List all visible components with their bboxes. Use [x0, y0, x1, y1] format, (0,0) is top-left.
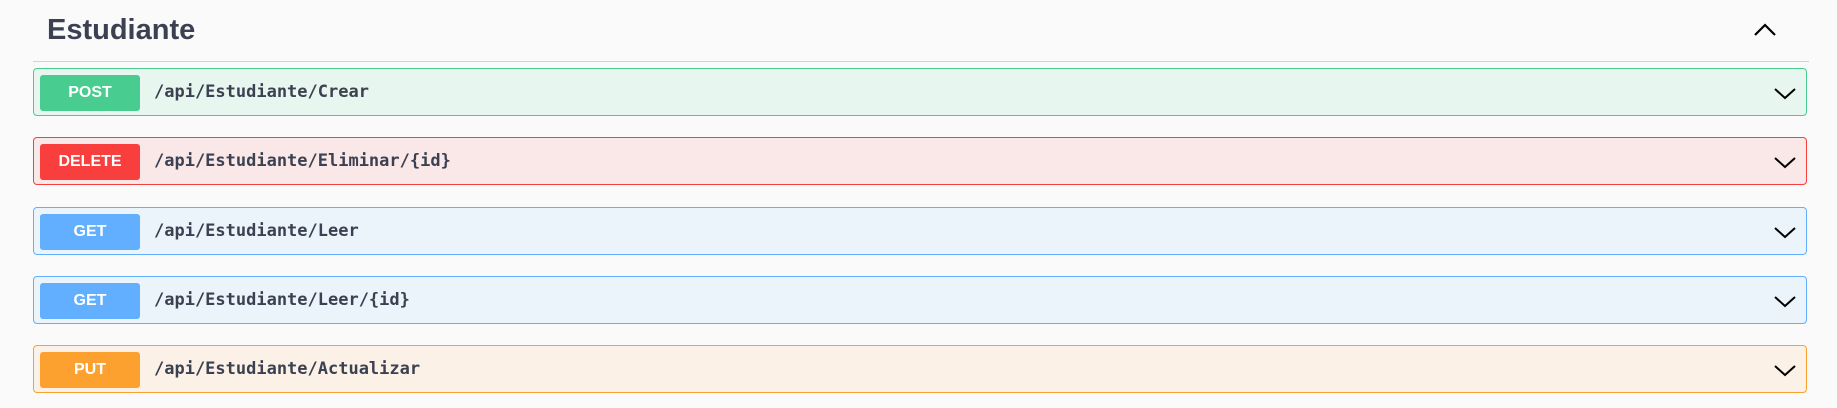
- section-header[interactable]: Estudiante: [33, 0, 1809, 62]
- chevron-down-icon[interactable]: [1773, 360, 1797, 380]
- method-badge: GET: [40, 283, 140, 319]
- operation-block[interactable]: DELETE /api/Estudiante/Eliminar/{id}: [33, 137, 1807, 185]
- chevron-down-icon[interactable]: [1773, 291, 1797, 311]
- section-title: Estudiante: [47, 14, 196, 46]
- operation-block[interactable]: POST /api/Estudiante/Crear: [33, 68, 1807, 116]
- method-badge: PUT: [40, 352, 140, 388]
- operation-path: /api/Estudiante/Crear: [154, 82, 369, 102]
- operation-block[interactable]: GET /api/Estudiante/Leer/{id}: [33, 276, 1807, 324]
- operation-path: /api/Estudiante/Eliminar/{id}: [154, 151, 451, 171]
- chevron-down-icon[interactable]: [1773, 222, 1797, 242]
- chevron-down-icon[interactable]: [1773, 83, 1797, 103]
- method-badge: POST: [40, 75, 140, 111]
- tag-section-estudiante: Estudiante POST /api/Estudiante/Crear DE…: [33, 0, 1809, 393]
- operation-path: /api/Estudiante/Leer: [154, 221, 359, 241]
- chevron-down-icon[interactable]: [1773, 152, 1797, 172]
- method-badge: GET: [40, 214, 140, 250]
- operation-path: /api/Estudiante/Leer/{id}: [154, 290, 410, 310]
- chevron-up-icon[interactable]: [1751, 18, 1779, 40]
- operation-path: /api/Estudiante/Actualizar: [154, 359, 421, 379]
- operation-block[interactable]: GET /api/Estudiante/Leer: [33, 207, 1807, 255]
- method-badge: DELETE: [40, 144, 140, 180]
- operation-block[interactable]: PUT /api/Estudiante/Actualizar: [33, 345, 1807, 393]
